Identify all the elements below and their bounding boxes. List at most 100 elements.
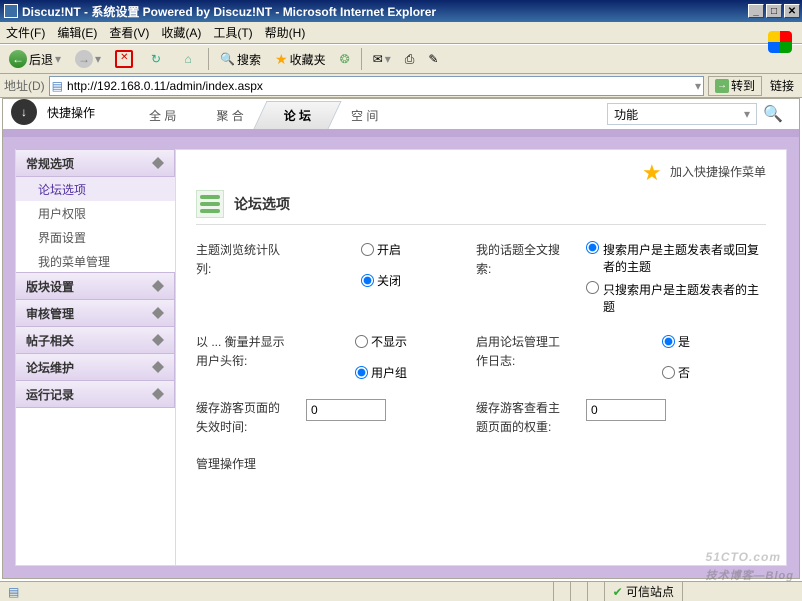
print-button[interactable]: ⎙ [400,48,420,70]
input-cache-page[interactable] [306,399,386,421]
edit-button[interactable]: ✎ [423,48,443,70]
sidebar-group-label: 版块设置 [26,278,74,295]
back-label: 后退 [29,51,53,68]
refresh-icon: ↻ [147,50,165,68]
address-input[interactable]: ▤http://192.168.0.11/admin/index.aspx▾ [49,76,704,96]
search-icon: 🔍 [220,52,235,66]
edit-icon: ✎ [428,52,438,66]
sidebar-group-label: 帖子相关 [26,332,74,349]
add-to-quick-menu[interactable]: ★ 加入快捷操作菜单 [642,160,766,182]
function-box: 功能▾ 🔍 [607,103,791,125]
function-dropdown[interactable]: 功能▾ [607,103,757,125]
quick-toggle-button[interactable]: ↓ [11,99,37,125]
input-cache-weight[interactable] [586,399,666,421]
sidebar-item-my-menu[interactable]: 我的菜单管理 [16,249,175,273]
ctrl-cache-weight [586,399,766,421]
form-grid: 主题浏览统计队列: 开启 关闭 我的话题全文搜索: 搜索用户是主题发表者或回复者… [196,241,766,475]
radio-search-reply[interactable]: 搜索用户是主题发表者或回复者的主题 [586,241,766,275]
menu-fav[interactable]: 收藏(A) [161,24,201,41]
stop-icon [115,50,133,68]
radio-search-author[interactable]: 只搜索用户是主题发表者的主题 [586,281,766,315]
checkmark-icon: ✔ [613,585,623,599]
list-icon [196,190,224,218]
address-bar: 地址(D) ▤http://192.168.0.11/admin/index.a… [0,74,802,98]
sidebar-group-label: 常规选项 [26,155,74,172]
sidebar-item-user-perm[interactable]: 用户权限 [16,201,175,225]
sidebar-item-label: 界面设置 [38,229,86,246]
links-button[interactable]: 链接 [766,77,798,94]
radio-off[interactable]: 关闭 [361,272,401,289]
tab-aggregate-label: 聚 合 [216,107,243,124]
radio-noshow[interactable]: 不显示 [355,333,407,350]
tab-global[interactable]: 全 局 [125,101,200,129]
sidebar-group-audit[interactable]: 审核管理 [16,299,175,327]
status-pane: ▤ [0,582,553,601]
radio-no[interactable]: 否 [662,364,690,381]
fav-label: 收藏夹 [290,51,326,68]
forward-button[interactable]: →▾ [70,48,106,70]
maximize-button[interactable]: □ [766,4,782,18]
history-icon: ❂ [340,52,350,66]
status-pane [553,582,570,601]
menu-help[interactable]: 帮助(H) [265,24,306,41]
ctrl-cache-page [306,399,456,421]
home-button[interactable]: ⌂ [174,48,202,70]
sidebar-group-general[interactable]: 常规选项 [16,149,175,177]
sidebar-group-post[interactable]: 帖子相关 [16,326,175,354]
tab-forum[interactable]: 论 坛 [260,101,335,129]
sidebar-group-board[interactable]: 版块设置 [16,272,175,300]
mail-icon: ✉ [373,52,383,66]
status-bar: ▤ ✔ 可信站点 [0,581,802,601]
favorites-button[interactable]: ★收藏夹 [270,48,331,70]
history-button[interactable]: ❂ [335,48,355,70]
sidebar: 常规选项 论坛选项 用户权限 界面设置 我的菜单管理 版块设置 审核管理 帖子相… [16,150,176,565]
refresh-button[interactable]: ↻ [142,48,170,70]
separator [208,48,209,70]
menu-file[interactable]: 文件(F) [6,24,45,41]
url-text: http://192.168.0.11/admin/index.aspx [67,79,263,93]
mail-button[interactable]: ✉▾ [368,48,396,70]
search-icon[interactable]: 🔍 [763,104,783,124]
status-pane [570,582,587,601]
menu-edit[interactable]: 编辑(E) [57,24,97,41]
tab-forum-label: 论 坛 [284,107,311,124]
back-button[interactable]: ←后退▾ [4,48,66,70]
function-label: 功能 [614,106,638,123]
sidebar-group-log[interactable]: 运行记录 [16,380,175,408]
watermark: 51CTO.com 技术博客—Blog [706,541,794,583]
sidebar-item-ui-settings[interactable]: 界面设置 [16,225,175,249]
go-button[interactable]: →转到 [708,76,762,96]
radio-label: 是 [678,333,690,350]
minimize-button[interactable]: _ [748,4,764,18]
menu-view[interactable]: 查看(V) [109,24,149,41]
radio-label: 搜索用户是主题发表者或回复者的主题 [603,241,766,275]
label-cache-weight: 缓存游客查看主题页面的权重: [476,399,566,437]
search-label: 搜索 [237,51,261,68]
label-topic-queue: 主题浏览统计队列: [196,241,286,279]
status-zone: ✔ 可信站点 [604,582,682,601]
go-icon: → [715,79,729,93]
radio-label: 否 [678,364,690,381]
label-measure-title: 以 ... 衡量并显示用户头衔: [196,333,286,371]
back-icon: ← [9,50,27,68]
radio-on[interactable]: 开启 [361,241,401,258]
section-title: 论坛选项 [234,194,290,214]
sidebar-group-maint[interactable]: 论坛维护 [16,353,175,381]
go-label: 转到 [731,77,755,94]
home-icon: ⌂ [179,50,197,68]
ie-logo [760,22,800,62]
menu-bar: 文件(F) 编辑(E) 查看(V) 收藏(A) 工具(T) 帮助(H) [0,22,802,44]
sidebar-item-label: 用户权限 [38,205,86,222]
menu-tool[interactable]: 工具(T) [213,24,252,41]
close-button[interactable]: ✕ [784,4,800,18]
stop-button[interactable] [110,48,138,70]
radio-usergroup[interactable]: 用户组 [355,364,407,381]
sidebar-item-forum-options[interactable]: 论坛选项 [16,177,175,201]
search-button[interactable]: 🔍搜索 [215,48,266,70]
title-bar: Discuz!NT - 系统设置 Powered by Discuz!NT - … [0,0,802,22]
radio-yes[interactable]: 是 [662,333,690,350]
section-header: 论坛选项 [196,190,766,225]
body-area: 常规选项 论坛选项 用户权限 界面设置 我的菜单管理 版块设置 审核管理 帖子相… [3,137,799,578]
separator [361,48,362,70]
trusted-label: 可信站点 [626,583,674,600]
